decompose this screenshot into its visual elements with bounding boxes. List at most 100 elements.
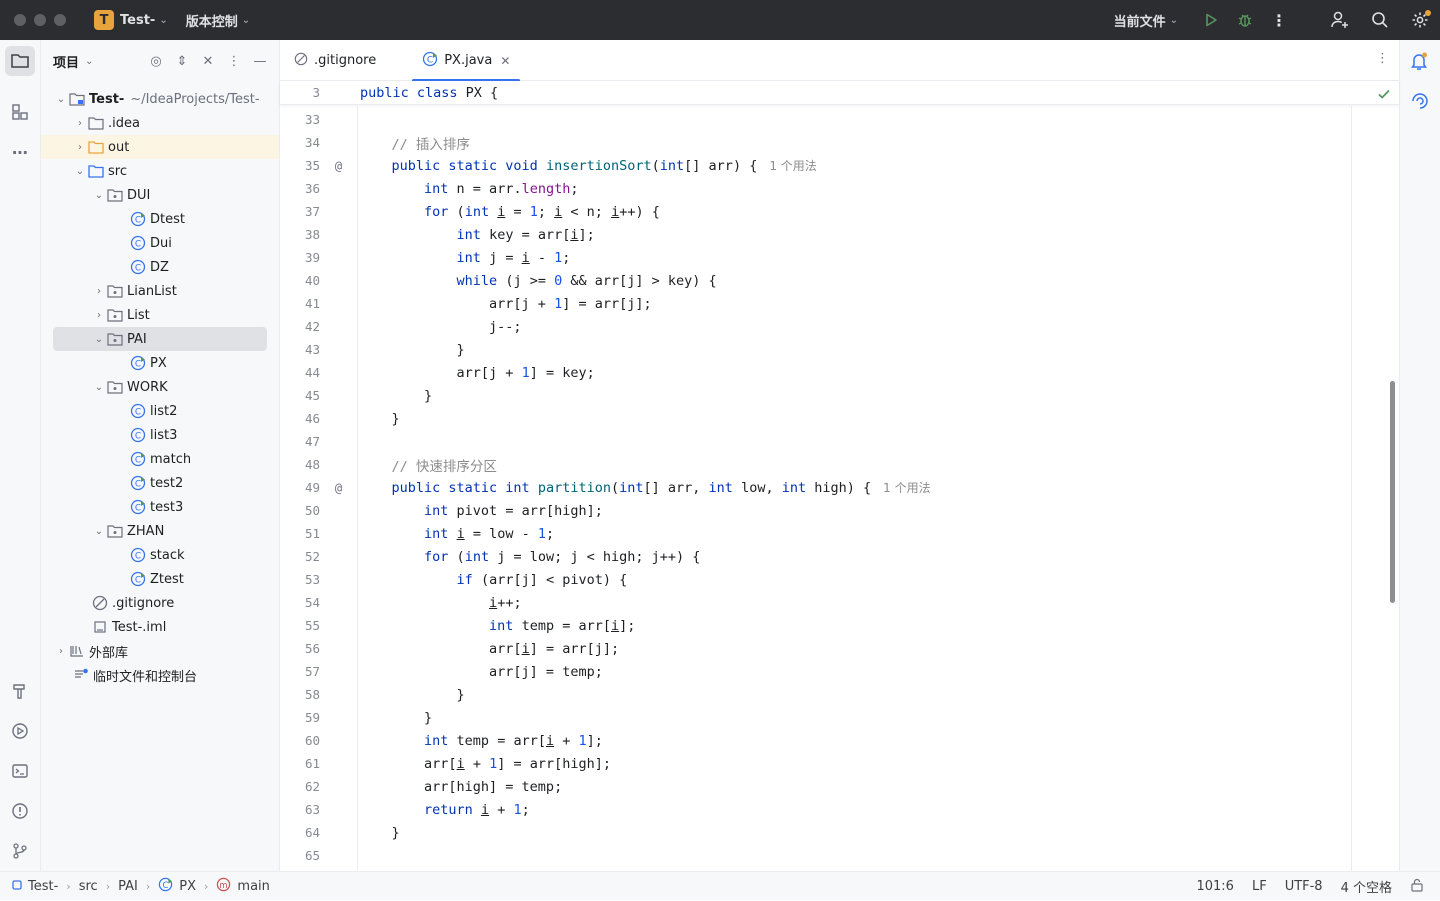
line-separator[interactable]: LF: [1252, 879, 1267, 894]
code-line[interactable]: 34 // 插入排序: [280, 131, 1350, 154]
code-line[interactable]: 59 }: [280, 706, 1350, 729]
close-icon[interactable]: ✕: [500, 54, 510, 68]
code-line[interactable]: 52 for (int j = low; j < high; j++) {: [280, 545, 1350, 568]
code-line[interactable]: 57 arr[j] = temp;: [280, 660, 1350, 683]
code-line[interactable]: 39 int j = i - 1;: [280, 246, 1350, 269]
tree-item-dtest[interactable]: C Dtest: [41, 207, 279, 231]
breadcrumb-item[interactable]: PX: [179, 879, 196, 894]
more-vertical-icon[interactable]: ⋮: [1376, 51, 1389, 66]
code-line[interactable]: 64 }: [280, 821, 1350, 844]
minimize-window-button[interactable]: [34, 14, 46, 26]
code-line[interactable]: 61 arr[i + 1] = arr[high];: [280, 752, 1350, 775]
tab-px-java[interactable]: C PX.java ✕: [410, 40, 522, 82]
tree-item-iml[interactable]: Test-.iml: [41, 615, 279, 639]
code-line[interactable]: 60 int temp = arr[i + 1];: [280, 729, 1350, 752]
tree-item-match[interactable]: C match: [41, 447, 279, 471]
chevron-down-icon[interactable]: ⌄: [91, 382, 107, 393]
code-line[interactable]: 47: [280, 430, 1350, 453]
code-line[interactable]: 36 int n = arr.length;: [280, 177, 1350, 200]
code-line[interactable]: 65: [280, 844, 1350, 867]
annotation-at-icon[interactable]: @: [320, 481, 357, 495]
chevron-right-icon[interactable]: ›: [72, 142, 88, 153]
more-actions-button[interactable]: ⋮: [1262, 0, 1296, 40]
code-line[interactable]: 48 // 快速排序分区: [280, 453, 1350, 476]
code-line[interactable]: 62 arr[high] = temp;: [280, 775, 1350, 798]
options-icon[interactable]: ⋮: [225, 52, 243, 70]
code-line[interactable]: 49 @ public static int partition(int[] ar…: [280, 476, 1350, 499]
tree-item-stack[interactable]: C stack: [41, 543, 279, 567]
code-line[interactable]: 54 i++;: [280, 591, 1350, 614]
run-config-selector[interactable]: 当前文件 ⌄: [1114, 11, 1178, 30]
breadcrumb-item[interactable]: main: [237, 879, 269, 894]
chevron-right-icon[interactable]: ›: [53, 646, 69, 657]
maximize-window-button[interactable]: [54, 14, 66, 26]
code-line[interactable]: 46 }: [280, 407, 1350, 430]
code-line[interactable]: 45 }: [280, 384, 1350, 407]
breadcrumb-item[interactable]: PAI: [118, 879, 138, 894]
code-line[interactable]: 50 int pivot = arr[high];: [280, 499, 1350, 522]
chevron-right-icon[interactable]: ›: [72, 118, 88, 129]
tree-item-list2[interactable]: C list2: [41, 399, 279, 423]
file-encoding[interactable]: UTF-8: [1285, 879, 1323, 894]
tree-item-test3[interactable]: C test3: [41, 495, 279, 519]
chevron-down-icon[interactable]: ⌄: [91, 526, 107, 537]
terminal-tool-button[interactable]: [5, 756, 35, 786]
code-line[interactable]: 37 for (int i = 1; i < n; i++) {: [280, 200, 1350, 223]
indent-setting[interactable]: 4 个空格: [1341, 877, 1392, 896]
chevron-down-icon[interactable]: ⌄: [91, 190, 107, 201]
structure-tool-button[interactable]: [5, 97, 35, 127]
close-window-button[interactable]: [14, 14, 26, 26]
chevron-right-icon[interactable]: ›: [91, 310, 107, 321]
run-button[interactable]: [1194, 0, 1228, 40]
code-line[interactable]: 35 @ public static void insertionSort(int…: [280, 154, 1350, 177]
tree-item-dui-class[interactable]: C Dui: [41, 231, 279, 255]
breadcrumb-item[interactable]: src: [79, 879, 98, 894]
chevron-down-icon[interactable]: ⌄: [85, 56, 93, 67]
debug-button[interactable]: [1228, 0, 1262, 40]
ai-assistant-button[interactable]: [1409, 90, 1431, 116]
annotation-at-icon[interactable]: @: [320, 159, 357, 173]
chevron-down-icon[interactable]: ⌄: [91, 334, 107, 345]
add-user-button[interactable]: [1320, 0, 1360, 40]
chevron-down-icon[interactable]: ⌄: [72, 166, 88, 177]
code-line[interactable]: 53 if (arr[j] < pivot) {: [280, 568, 1350, 591]
code-line[interactable]: 33: [280, 108, 1350, 131]
usage-hint[interactable]: 1 个用法: [883, 479, 930, 496]
tree-item-list3[interactable]: C list3: [41, 423, 279, 447]
breadcrumb-item[interactable]: Test-: [28, 879, 58, 894]
vcs-menu[interactable]: 版本控制 ⌄: [186, 11, 250, 30]
hide-panel-icon[interactable]: —: [251, 52, 269, 70]
tree-item-px[interactable]: C PX: [41, 351, 279, 375]
tree-item-scratches[interactable]: 临时文件和控制台: [41, 663, 279, 687]
tree-item-dz[interactable]: C DZ: [41, 255, 279, 279]
search-button[interactable]: [1360, 0, 1400, 40]
tree-item-gitignore[interactable]: .gitignore: [41, 591, 279, 615]
tree-item-dui[interactable]: ⌄ DUI: [41, 183, 279, 207]
lock-icon[interactable]: [1410, 878, 1424, 896]
vertical-scrollbar[interactable]: [1390, 381, 1395, 603]
tree-item-lianlist[interactable]: › LianList: [41, 279, 279, 303]
tree-item-src[interactable]: ⌄ src: [41, 159, 279, 183]
caret-position[interactable]: 101:6: [1196, 879, 1233, 894]
code-line[interactable]: 44 arr[j + 1] = key;: [280, 361, 1350, 384]
notifications-button[interactable]: [1408, 50, 1430, 76]
tree-item-zhan[interactable]: ⌄ ZHAN: [41, 519, 279, 543]
tab-gitignore[interactable]: .gitignore: [282, 40, 388, 81]
code-line[interactable]: 43 }: [280, 338, 1350, 361]
project-selector[interactable]: Test- ⌄: [120, 13, 168, 28]
tree-item-test2[interactable]: C test2: [41, 471, 279, 495]
collapse-all-icon[interactable]: ✕: [199, 52, 217, 70]
settings-button[interactable]: [1400, 0, 1440, 40]
tree-item-work[interactable]: ⌄ WORK: [41, 375, 279, 399]
code-line[interactable]: 58 }: [280, 683, 1350, 706]
project-tool-button[interactable]: [5, 46, 35, 76]
tree-item-external-libs[interactable]: › 外部库: [41, 639, 279, 663]
tree-item-out[interactable]: › out: [41, 135, 279, 159]
code-line[interactable]: 55 int temp = arr[i];: [280, 614, 1350, 637]
code-line[interactable]: 51 int i = low - 1;: [280, 522, 1350, 545]
chevron-right-icon[interactable]: ›: [91, 286, 107, 297]
code-line[interactable]: 40 while (j >= 0 && arr[j] > key) {: [280, 269, 1350, 292]
more-tools-button[interactable]: ⋯: [5, 137, 35, 167]
code-area[interactable]: 33 34 // 插入排序 35 @ public static void inser…: [280, 106, 1399, 871]
git-tool-button[interactable]: [5, 836, 35, 866]
